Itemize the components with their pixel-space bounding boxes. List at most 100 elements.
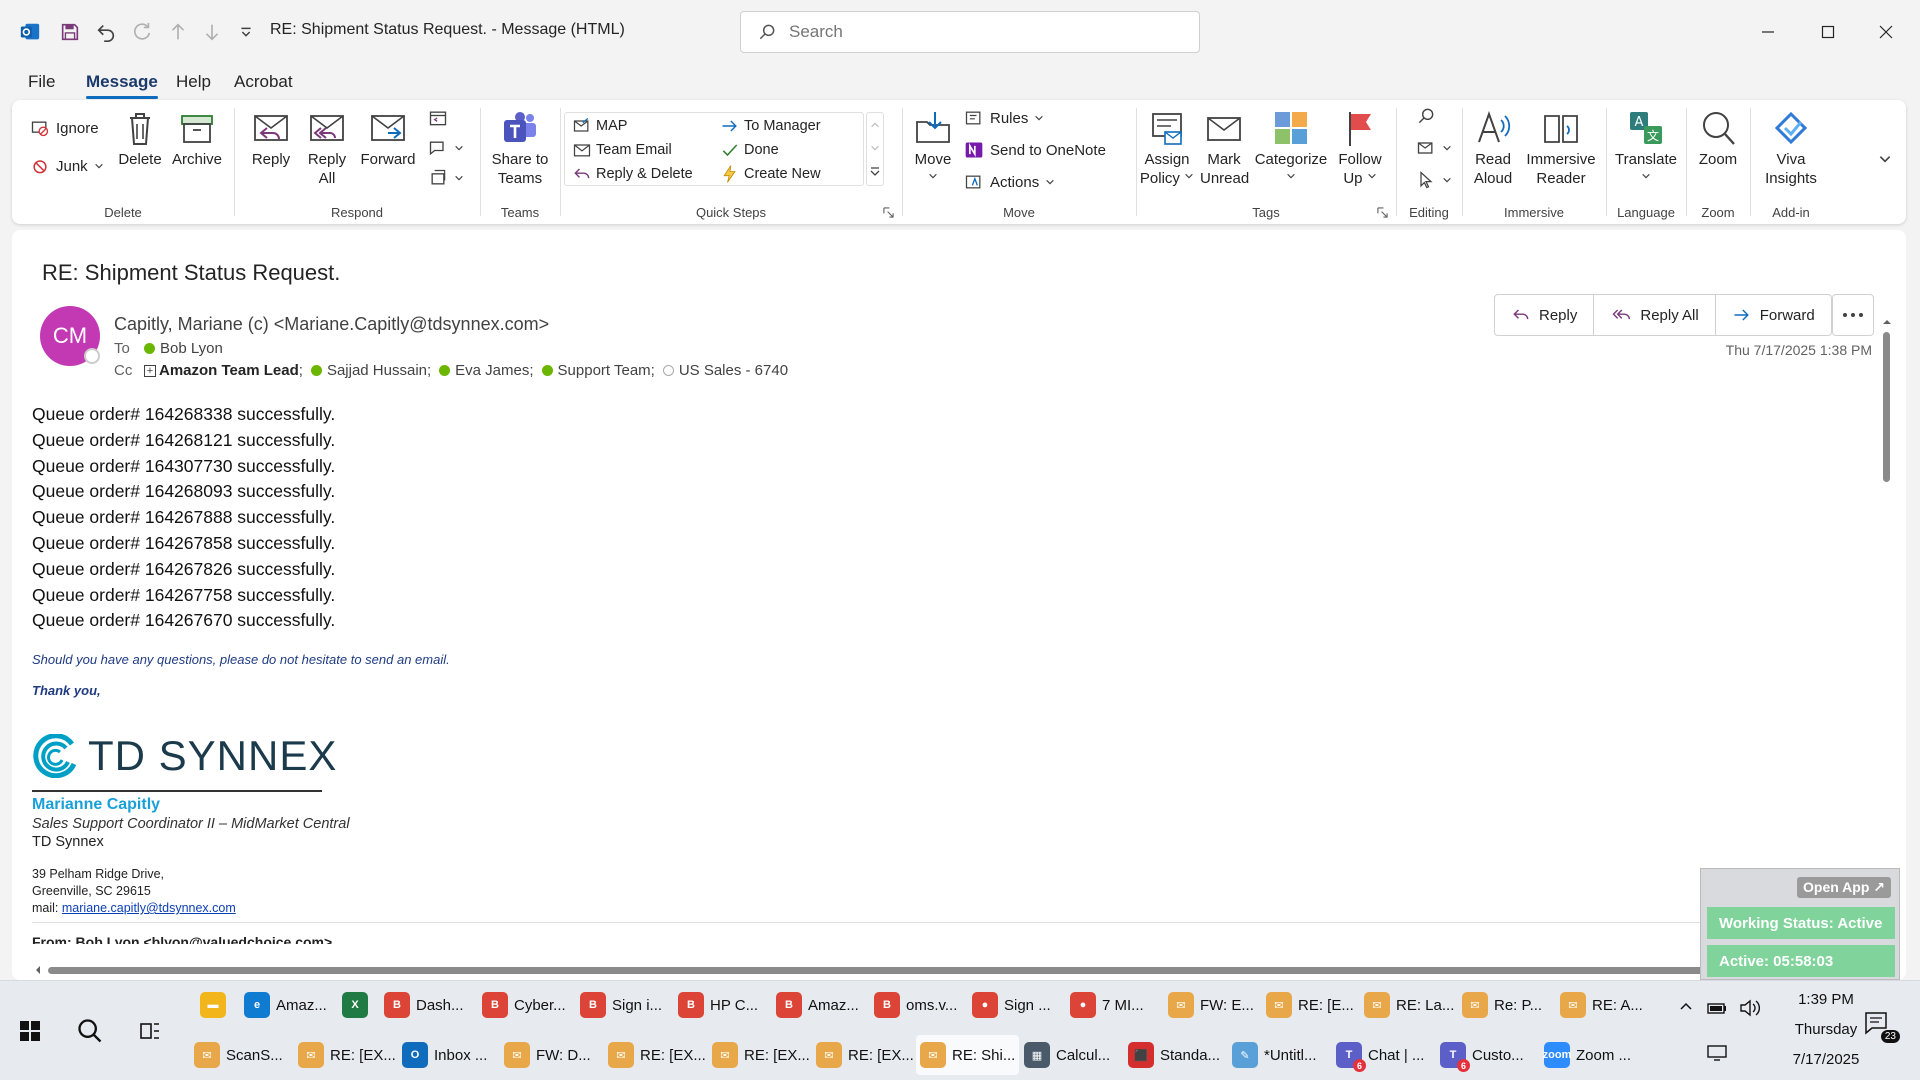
battery-icon[interactable] — [1706, 999, 1728, 1017]
ignore-button[interactable]: Ignore — [30, 118, 99, 138]
taskbar-app-mail[interactable]: ✉ Re: P... — [1458, 985, 1546, 1025]
more-respond-button[interactable] — [428, 168, 464, 188]
assign-policy-button[interactable]: Assign Policy — [1138, 108, 1196, 188]
quick-steps-scroller[interactable] — [866, 112, 884, 186]
taskbar-app-teams[interactable]: T 6 Custo... — [1436, 1035, 1528, 1075]
reply-button[interactable]: Reply — [1495, 295, 1595, 335]
scrollbar-thumb[interactable] — [1883, 332, 1890, 482]
open-app-button[interactable]: Open App ↗ — [1797, 877, 1891, 898]
quick-step-done[interactable]: Done — [720, 140, 779, 160]
redo-icon[interactable] — [128, 18, 156, 46]
taskbar-app-mail[interactable]: ✉ RE: [EX... — [708, 1035, 814, 1075]
taskbar-app-chrome-b[interactable]: Boms.v... — [870, 985, 961, 1025]
taskbar-app-outlook[interactable]: O Inbox ... — [398, 1035, 491, 1075]
taskbar-app-mail[interactable]: ✉ RE: [EX... — [812, 1035, 918, 1075]
related-button[interactable] — [1416, 138, 1452, 158]
reply-all-button[interactable]: Reply All — [304, 108, 350, 188]
taskbar-app-mail[interactable]: ✉ RE: [EX... — [294, 1035, 400, 1075]
task-view-button[interactable] — [134, 1011, 166, 1051]
avatar[interactable]: CM — [40, 306, 100, 366]
scroll-left-icon[interactable] — [32, 964, 44, 976]
move-button[interactable]: Move — [908, 108, 958, 188]
volume-icon[interactable] — [1738, 997, 1760, 1019]
next-item-icon[interactable] — [198, 18, 226, 46]
scrollbar-thumb[interactable] — [48, 967, 1878, 974]
recipient[interactable]: Eva James; — [455, 362, 533, 379]
recipient[interactable]: Sajjad Hussain; — [327, 362, 431, 379]
recipient-group[interactable]: Amazon Team Lead — [159, 362, 299, 379]
meeting-reply-button[interactable] — [428, 108, 448, 128]
quick-step-to-manager[interactable]: To Manager — [720, 116, 821, 136]
recipient[interactable]: US Sales - 6740 — [679, 362, 788, 379]
dialog-launcher-icon[interactable] — [883, 207, 894, 218]
taskbar-app-excel[interactable]: X — [338, 985, 372, 1025]
recipient[interactable]: Support Team; — [558, 362, 655, 379]
taskbar-app-mail[interactable]: ✉ RE: A... — [1556, 985, 1647, 1025]
network-icon[interactable] — [1706, 1043, 1728, 1061]
zoom-button[interactable]: Zoom — [1692, 108, 1744, 169]
taskbar-app-chrome-b[interactable]: B Amaz... — [772, 985, 863, 1025]
tab-message[interactable]: Message — [86, 72, 158, 99]
ribbon-collapse-icon[interactable] — [1878, 152, 1892, 166]
search-input[interactable] — [789, 18, 1189, 46]
delete-button[interactable]: Delete — [116, 108, 164, 169]
forward-button[interactable]: Forward — [1716, 295, 1831, 335]
notification-center-button[interactable]: 23 — [1864, 1011, 1900, 1043]
taskbar-app-zoom[interactable]: zoom Zoom ... — [1540, 1035, 1635, 1075]
close-button[interactable] — [1866, 16, 1906, 48]
taskbar-app-file-explorer[interactable]: ▬ — [196, 985, 230, 1025]
taskbar-app-paint[interactable]: ✎ *Untitl... — [1228, 1035, 1321, 1075]
working-status[interactable]: Working Status: Active — [1707, 907, 1895, 939]
taskbar-app-mail[interactable]: ✉ RE: Shi... — [916, 1035, 1020, 1075]
customize-toolbar-icon[interactable] — [232, 18, 260, 46]
taskbar-app-chrome-b[interactable]: B Sign i... — [576, 985, 666, 1025]
translate-button[interactable]: A文 Translate — [1610, 108, 1682, 188]
quick-step-create-new[interactable]: Create New — [720, 164, 821, 184]
start-button[interactable] — [14, 1011, 46, 1051]
taskbar-app-chrome-b[interactable]: B Cyber... — [478, 985, 570, 1025]
mark-unread-button[interactable]: Mark Unread — [1200, 108, 1249, 188]
recipient[interactable]: Bob Lyon — [160, 340, 223, 357]
maximize-button[interactable] — [1808, 16, 1848, 48]
taskbar-app-mail[interactable]: ✉ ScanS... — [190, 1035, 287, 1075]
junk-button[interactable]: Junk — [30, 156, 104, 176]
taskbar-app-teams[interactable]: T 6 Chat | ... — [1332, 1035, 1428, 1075]
horizontal-scrollbar[interactable] — [32, 964, 1892, 976]
expand-group-icon[interactable]: + — [144, 364, 156, 377]
undo-icon[interactable] — [92, 18, 120, 46]
follow-up-button[interactable]: Follow Up — [1334, 108, 1386, 188]
categorize-button[interactable]: Categorize — [1252, 108, 1330, 188]
reply-button[interactable]: Reply — [248, 108, 294, 169]
minimize-button[interactable] — [1748, 16, 1788, 48]
actions-button[interactable]: Actions — [964, 172, 1055, 192]
im-reply-button[interactable] — [428, 138, 464, 158]
tab-acrobat[interactable]: Acrobat — [234, 72, 293, 92]
quick-step-reply-delete[interactable]: Reply & Delete — [572, 164, 693, 184]
taskbar-app-mail[interactable]: ✉ RE: [E... — [1262, 985, 1358, 1025]
taskbar-app-calculator[interactable]: ▦ Calcul... — [1020, 1035, 1114, 1075]
viva-insights-button[interactable]: Viva Insights — [1756, 108, 1826, 188]
previous-item-icon[interactable] — [164, 18, 192, 46]
vertical-scrollbar[interactable] — [1880, 316, 1894, 886]
taskbar-search-button[interactable] — [72, 1011, 108, 1051]
taskbar-app-pdf[interactable]: ⬛ Standa... — [1124, 1035, 1224, 1075]
find-button[interactable] — [1416, 106, 1436, 126]
taskbar-app-mail[interactable]: ✉ RE: La... — [1360, 985, 1458, 1025]
signature-email-link[interactable]: mariane.capitly@tdsynnex.com — [62, 901, 236, 915]
show-hidden-icons-icon[interactable] — [1678, 999, 1694, 1015]
select-button[interactable] — [1416, 170, 1452, 190]
search-box[interactable] — [740, 11, 1200, 53]
taskbar-app-mail[interactable]: ✉ RE: [EX... — [604, 1035, 710, 1075]
quick-step-map[interactable]: MAP — [572, 116, 627, 136]
tab-help[interactable]: Help — [176, 72, 211, 92]
save-icon[interactable] — [56, 18, 84, 46]
dialog-launcher-icon[interactable] — [1377, 207, 1388, 218]
immersive-reader-button[interactable]: Immersive Reader — [1522, 108, 1600, 188]
clock-time[interactable]: 1:39 PM — [1766, 991, 1886, 1008]
taskbar-app-edge[interactable]: e Amaz... — [240, 985, 331, 1025]
taskbar-app-mail[interactable]: ✉ FW: E... — [1164, 985, 1258, 1025]
quick-step-team-email[interactable]: Team Email — [572, 140, 672, 160]
share-to-teams-button[interactable]: Share to Teams — [484, 108, 556, 188]
send-to-onenote-button[interactable]: Send to OneNote — [964, 140, 1106, 160]
taskbar-app-chrome-c[interactable]: ● 7 MI... — [1066, 985, 1148, 1025]
